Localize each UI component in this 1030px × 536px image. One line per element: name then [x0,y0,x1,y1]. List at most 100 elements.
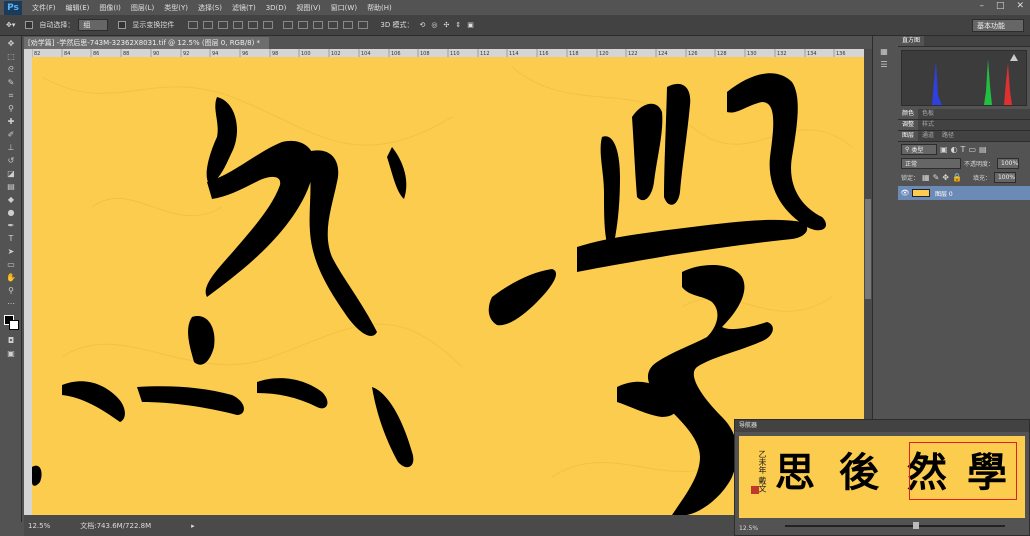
screen-mode-icon[interactable]: ▣ [4,348,18,359]
navigator-view-box[interactable] [909,442,1017,500]
auto-select-dropdown[interactable]: 组 [78,19,109,31]
3d-roll-icon[interactable]: ◎ [431,21,437,29]
lock-position-icon[interactable]: ✥ [942,173,949,182]
type-tool-icon[interactable]: T [4,233,18,244]
pen-tool-icon[interactable]: ✒ [4,220,18,231]
align-top-icon[interactable] [188,21,199,29]
visibility-eye-icon[interactable]: 👁 [898,189,912,197]
distribute-bottom-icon[interactable] [313,21,324,29]
shape-filter-icon[interactable]: ▭ [968,145,976,154]
fill-input[interactable]: 100% [993,171,1016,183]
3d-scale-icon[interactable]: ▣ [467,21,474,29]
type-filter-icon[interactable]: T [961,145,966,154]
align-center-icon[interactable] [248,21,259,29]
opacity-input[interactable]: 100% [997,157,1020,169]
blur-tool-icon[interactable]: ◆ [4,194,18,205]
history-panel-icon[interactable]: ▦ [877,46,891,57]
navigator-zoom-slider[interactable] [785,522,1005,529]
layer-kind-filter[interactable]: ⚲ 类型 [901,143,937,155]
eyedropper-tool-icon[interactable]: ⚲ [4,103,18,114]
layer-row[interactable]: 👁 图层 0 [898,186,1030,200]
maximize-icon[interactable]: □ [996,1,1005,11]
shape-tool-icon[interactable]: ▭ [4,259,18,270]
smart-object-filter-icon[interactable]: ▤ [979,145,987,154]
adjustment-filter-icon[interactable]: ◐ [951,145,958,154]
close-icon[interactable]: ✕ [1016,1,1024,11]
tab-histogram[interactable]: 直方图 [898,36,925,46]
tab-paths[interactable]: 路径 [938,131,958,141]
crop-tool-icon[interactable]: ⌗ [4,90,18,101]
brush-tool-icon[interactable]: ✐ [4,129,18,140]
align-bottom-icon[interactable] [218,21,229,29]
navigator-panel: 导航器 乙未年 戴文 思 後 然 學 12.5% [734,419,1030,536]
distribute-top-icon[interactable] [283,21,294,29]
gradient-tool-icon[interactable]: ▤ [4,181,18,192]
more-tools-icon[interactable]: ⋯ [4,298,18,309]
menu-layer[interactable]: 图层(L) [131,3,154,13]
lock-all-icon[interactable]: 🔒 [952,173,962,182]
menu-view[interactable]: 视图(V) [296,3,320,13]
align-middle-icon[interactable] [203,21,214,29]
tab-channels[interactable]: 通道 [918,131,938,141]
eraser-tool-icon[interactable]: ◪ [4,168,18,179]
history-brush-tool-icon[interactable]: ↺ [4,155,18,166]
move-tool-icon[interactable]: ✥ [4,38,18,49]
histogram-graph [901,50,1027,106]
quick-select-tool-icon[interactable]: ✎ [4,77,18,88]
tab-layers[interactable]: 图层 [898,131,919,141]
healing-brush-tool-icon[interactable]: ✚ [4,116,18,127]
lasso-tool-icon[interactable]: ᘓ [4,64,18,75]
3d-drag-icon[interactable]: ✣ [443,21,449,29]
menu-3d[interactable]: 3D(D) [266,4,287,12]
menu-help[interactable]: 帮助(H) [367,3,392,13]
distribute-middle-icon[interactable] [298,21,309,29]
show-transform-checkbox[interactable] [118,21,127,29]
tab-color[interactable]: 颜色 [898,109,919,119]
status-arrow-icon[interactable]: ▸ [191,522,195,530]
clone-stamp-tool-icon[interactable]: ⊥ [4,142,18,153]
zoom-tool-icon[interactable]: ⚲ [4,285,18,296]
menu-file[interactable]: 文件(F) [32,3,56,13]
menu-type[interactable]: 类型(Y) [164,3,188,13]
menu-edit[interactable]: 编辑(E) [66,3,90,13]
background-color-swatch[interactable] [9,320,19,330]
align-left-icon[interactable] [233,21,244,29]
path-select-tool-icon[interactable]: ➤ [4,246,18,257]
menu-select[interactable]: 选择(S) [198,3,222,13]
histogram-curves [932,54,1018,105]
hand-tool-icon[interactable]: ✋ [4,272,18,283]
tab-styles[interactable]: 样式 [918,120,938,130]
auto-select-checkbox[interactable] [25,21,34,29]
distribute-left-icon[interactable] [328,21,339,29]
tab-swatches[interactable]: 色板 [918,109,938,119]
navigator-preview[interactable]: 乙未年 戴文 思 後 然 學 [739,436,1025,518]
distribute-right-icon[interactable] [358,21,369,29]
document-tab[interactable]: [劝学篇] -学然后思-743M-32362X8031.tif @ 12.5% … [24,37,269,49]
properties-panel-icon[interactable]: ☰ [877,59,891,70]
tab-adjustments[interactable]: 调整 [898,120,919,130]
minimize-icon[interactable]: – [979,1,984,11]
3d-slide-icon[interactable]: ⇕ [455,21,461,29]
navigator-title[interactable]: 导航器 [735,420,1029,432]
workspace-dropdown[interactable]: 基本功能 [972,19,1024,32]
blend-mode-dropdown[interactable]: 正常 [901,157,961,169]
menu-image[interactable]: 图像(I) [99,3,121,13]
status-zoom[interactable]: 12.5% [28,522,50,530]
quick-mask-icon[interactable]: ◘ [4,335,18,346]
lock-transparent-icon[interactable]: ▦ [922,173,930,182]
vertical-scroll-thumb[interactable] [865,199,871,299]
distribute-center-icon[interactable] [343,21,354,29]
menu-window[interactable]: 窗口(W) [331,3,357,13]
navigator-zoom[interactable]: 12.5% [739,525,758,532]
3d-rotate-icon[interactable]: ⟲ [419,21,425,29]
marquee-tool-icon[interactable]: ⬚ [4,51,18,62]
menu-filter[interactable]: 滤镜(T) [232,3,256,13]
navigator-zoom-knob[interactable] [913,522,919,529]
move-tool-icon[interactable]: ✥▾ [6,21,15,29]
pixel-filter-icon[interactable]: ▣ [940,145,948,154]
color-swatches[interactable] [0,313,22,333]
dodge-tool-icon[interactable]: ● [4,207,18,218]
lock-pixels-icon[interactable]: ✎ [933,173,940,182]
align-right-icon[interactable] [263,21,274,29]
layer-name[interactable]: 图层 0 [935,189,953,198]
